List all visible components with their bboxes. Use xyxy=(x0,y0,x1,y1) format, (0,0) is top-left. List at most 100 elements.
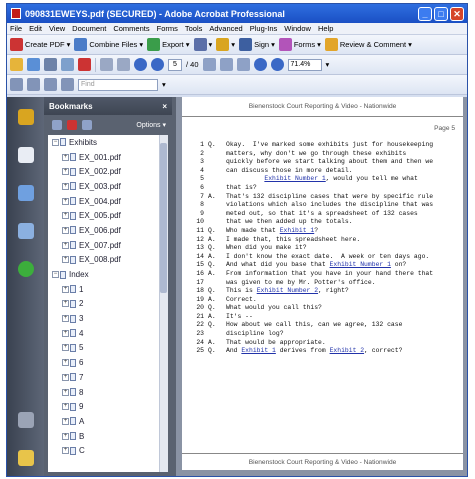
expand-toggle-icon[interactable]: + xyxy=(62,256,69,264)
email-icon[interactable] xyxy=(61,58,74,71)
bookmark-item[interactable]: +6 xyxy=(48,355,168,370)
bookmark-item[interactable]: + EX_005.pdf xyxy=(48,208,168,223)
open-folder-icon[interactable] xyxy=(10,58,23,71)
expand-toggle-icon[interactable]: + xyxy=(62,373,69,381)
forms-button[interactable]: Forms ▾ xyxy=(278,38,321,51)
bookmark-item[interactable]: + EX_004.pdf xyxy=(48,194,168,209)
zoom-level-select[interactable]: 71.4% xyxy=(287,58,322,71)
minimize-button[interactable]: _ xyxy=(418,6,432,21)
bookmark-item[interactable]: +5 xyxy=(48,341,168,356)
expand-toggle-icon[interactable]: + xyxy=(62,403,69,411)
expand-toggle-icon[interactable]: + xyxy=(62,447,69,455)
bookmarks-scrollbar[interactable] xyxy=(159,135,168,472)
bookmark-item[interactable]: + B xyxy=(48,429,168,444)
signatures-icon[interactable] xyxy=(17,223,34,239)
expand-toggle-icon[interactable]: + xyxy=(62,241,69,249)
save-icon[interactable] xyxy=(27,58,40,71)
zoom-in-icon[interactable] xyxy=(270,58,284,71)
expand-toggle-icon[interactable]: + xyxy=(62,285,69,293)
title-bar[interactable]: 090831EWEYS.pdf (SECURED) - Adobe Acroba… xyxy=(7,4,467,23)
find-input[interactable]: Find xyxy=(78,78,158,91)
expand-toggle-icon[interactable]: + xyxy=(62,226,69,234)
fit-width-icon[interactable] xyxy=(44,78,57,91)
lock-icon[interactable] xyxy=(17,109,34,125)
menu-comments[interactable]: Comments xyxy=(113,24,149,33)
find-options-icon[interactable]: ▾ xyxy=(162,80,166,89)
export-button[interactable]: Export ▾ xyxy=(147,38,190,51)
comments-icon[interactable] xyxy=(17,450,34,466)
hand-tool-icon[interactable] xyxy=(219,58,233,71)
menu-tools[interactable]: Tools xyxy=(185,24,203,33)
pdf-icon[interactable] xyxy=(78,58,91,71)
expand-bookmark-icon[interactable] xyxy=(82,120,92,130)
menu-plugins[interactable]: Plug-Ins xyxy=(250,24,278,33)
expand-toggle-icon[interactable]: + xyxy=(62,153,69,161)
maximize-button[interactable]: □ xyxy=(434,6,448,21)
bookmark-item[interactable]: +2 xyxy=(48,297,168,312)
undo-icon[interactable] xyxy=(117,58,130,71)
bookmark-item[interactable]: + C xyxy=(48,443,168,458)
expand-toggle-icon[interactable]: + xyxy=(62,197,69,205)
select-tool-icon[interactable] xyxy=(202,58,216,71)
pages-icon[interactable] xyxy=(17,147,34,163)
search-icon[interactable] xyxy=(100,58,113,71)
scrollbar-thumb[interactable] xyxy=(160,143,167,293)
expand-toggle-icon[interactable]: + xyxy=(62,388,69,396)
review-comment-button[interactable]: Review & Comment ▾ xyxy=(324,38,412,51)
combine-files-button[interactable]: Combine Files ▾ xyxy=(74,38,143,51)
bookmark-item[interactable]: +8 xyxy=(48,385,168,400)
fit-page-icon[interactable] xyxy=(27,78,40,91)
attachment-icon[interactable] xyxy=(17,412,34,428)
menu-edit[interactable]: Edit xyxy=(29,24,42,33)
menu-file[interactable]: File xyxy=(10,24,22,33)
expand-toggle-icon[interactable]: + xyxy=(62,315,69,323)
close-button[interactable]: ✕ xyxy=(450,6,464,21)
new-bookmark-icon[interactable] xyxy=(52,120,62,130)
close-panel-icon[interactable]: × xyxy=(162,102,167,111)
menu-advanced[interactable]: Advanced xyxy=(209,24,242,33)
expand-toggle-icon[interactable]: + xyxy=(62,359,69,367)
expand-toggle-icon[interactable]: + xyxy=(62,329,69,337)
print-icon[interactable] xyxy=(44,58,57,71)
bookmark-item[interactable]: +4 xyxy=(48,326,168,341)
menu-window[interactable]: Window xyxy=(284,24,311,33)
bookmarks-icon[interactable] xyxy=(17,185,34,201)
chevron-down-icon[interactable]: ▾ xyxy=(326,60,330,69)
bookmark-item[interactable]: + A xyxy=(48,414,168,429)
bookmark-item[interactable]: + EX_001.pdf xyxy=(48,150,168,165)
next-page-icon[interactable] xyxy=(151,58,164,71)
expand-toggle-icon[interactable]: − xyxy=(52,271,59,279)
menu-help[interactable]: Help xyxy=(318,24,333,33)
bookmark-item[interactable]: +9 xyxy=(48,399,168,414)
menu-document[interactable]: Document xyxy=(72,24,106,33)
bookmark-item[interactable]: + EX_002.pdf xyxy=(48,164,168,179)
delete-bookmark-icon[interactable] xyxy=(67,120,77,130)
expand-toggle-icon[interactable]: + xyxy=(62,344,69,352)
page-number-input[interactable]: 5 xyxy=(168,58,182,71)
bookmark-item[interactable]: − Exhibits xyxy=(48,135,168,150)
bookmark-item[interactable]: − Index xyxy=(48,267,168,282)
zoom-out-icon[interactable] xyxy=(253,58,267,71)
bookmark-item[interactable]: + EX_008.pdf xyxy=(48,253,168,268)
options-menu[interactable]: Options ▾ xyxy=(136,121,166,129)
sign-button[interactable]: Sign ▾ xyxy=(239,38,275,51)
bookmark-item[interactable]: +3 xyxy=(48,311,168,326)
help-icon[interactable] xyxy=(17,261,34,277)
expand-toggle-icon[interactable]: + xyxy=(62,432,69,440)
previous-page-icon[interactable] xyxy=(134,58,147,71)
bookmark-item[interactable]: +7 xyxy=(48,370,168,385)
expand-toggle-icon[interactable]: + xyxy=(62,212,69,220)
expand-toggle-icon[interactable]: + xyxy=(62,417,69,425)
create-pdf-button[interactable]: Create PDF ▾ xyxy=(10,38,70,51)
lock-button[interactable]: ▾ xyxy=(216,38,235,51)
zoom-tool-icon[interactable] xyxy=(236,58,250,71)
menu-view[interactable]: View xyxy=(49,24,65,33)
bookmark-item[interactable]: + EX_003.pdf xyxy=(48,179,168,194)
bookmark-item[interactable]: + EX_007.pdf xyxy=(48,238,168,253)
secure-button[interactable]: ▾ xyxy=(193,38,212,51)
rotate-icon[interactable] xyxy=(61,78,74,91)
expand-toggle-icon[interactable]: + xyxy=(62,182,69,190)
expand-toggle-icon[interactable]: − xyxy=(52,138,59,146)
menu-forms[interactable]: Forms xyxy=(157,24,178,33)
bookmark-item[interactable]: + EX_006.pdf xyxy=(48,223,168,238)
